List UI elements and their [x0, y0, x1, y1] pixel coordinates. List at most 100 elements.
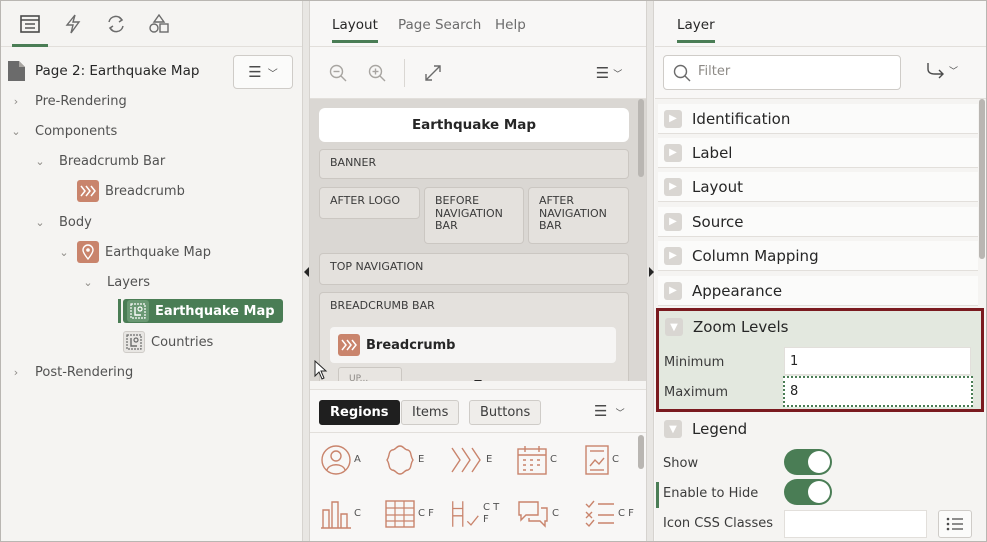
left-splitter[interactable]	[302, 1, 310, 541]
tab-page-search[interactable]: Page Search	[398, 17, 481, 33]
minimum-field[interactable]: 1	[784, 347, 971, 375]
gallery-item-checklist[interactable]: C F	[584, 491, 640, 537]
breadcrumb-region[interactable]: Breadcrumb	[330, 327, 616, 363]
chevron-right-icon: ▶	[664, 177, 682, 196]
breadcrumb-icon	[451, 447, 481, 473]
tab-layer[interactable]: Layer	[677, 17, 715, 43]
section-column-mapping[interactable]: ▶ Column Mapping	[658, 241, 978, 271]
canvas-scrollbar[interactable]	[638, 99, 644, 177]
tree-item-pre-rendering[interactable]: › Pre-Rendering	[11, 88, 127, 114]
enable-to-hide-toggle[interactable]	[784, 479, 832, 505]
slot-top-navigation[interactable]: TOP NAVIGATION	[319, 253, 629, 285]
filter-field[interactable]	[663, 55, 901, 90]
breadcrumb-region-icon	[338, 334, 360, 356]
expand-icon[interactable]	[420, 60, 446, 86]
section-legend[interactable]: ▼ Legend	[658, 414, 978, 444]
tree-item-body[interactable]: ⌄ Body	[35, 209, 91, 235]
tree-item-post-rendering[interactable]: › Post-Rendering	[11, 359, 133, 385]
gallery-item-chart[interactable]: C	[320, 491, 376, 537]
zoom-in-icon[interactable]	[364, 60, 390, 86]
icon-css-classes-label: Icon CSS Classes	[663, 516, 773, 531]
icon-picker-button[interactable]	[938, 510, 972, 538]
gallery-scrollbar[interactable]	[638, 435, 644, 469]
go-to-group-button[interactable]: ﹀	[925, 61, 958, 79]
avatar-icon	[321, 445, 351, 475]
collapse-left-icon[interactable]	[304, 267, 309, 277]
tree-item-components[interactable]: ⌄ Components	[11, 118, 117, 144]
section-source[interactable]: ▶ Source	[658, 207, 978, 237]
zoom-out-icon[interactable]	[325, 60, 351, 86]
gallery-tabs: Regions Items Buttons ☰ ﹀	[310, 389, 646, 433]
property-scrollbar[interactable]	[979, 99, 985, 259]
collapse-right-icon[interactable]	[649, 267, 654, 277]
section-label[interactable]: ▶ Label	[658, 138, 978, 168]
arrow-turn-icon	[927, 63, 944, 79]
chevron-right-icon: ›	[13, 94, 19, 108]
chevron-down-icon: ▼	[664, 420, 682, 438]
rendering-tree-panel: Page 2: Earthquake Map ☰ ﹀ › Pre-Renderi…	[1, 1, 302, 541]
dynamic-actions-icon[interactable]	[61, 11, 85, 37]
show-label: Show	[663, 456, 699, 471]
chevron-down-icon: ﹀	[267, 68, 278, 80]
rendering-tree-icon[interactable]	[12, 11, 48, 47]
hamburger-icon: ☰	[248, 63, 262, 81]
maximum-label: Maximum	[664, 385, 729, 400]
gallery-item-card[interactable]: C	[584, 437, 640, 483]
map-layer-icon	[123, 331, 145, 353]
gallery-item-breadcrumb[interactable]: E	[450, 437, 506, 483]
selection-marker	[118, 299, 121, 323]
gallery-tab-buttons[interactable]: Buttons	[469, 400, 542, 425]
tab-help[interactable]: Help	[495, 17, 526, 33]
tree-item-earthquake-map-region[interactable]: ⌄ Earthquake Map	[59, 239, 211, 265]
tree-item-breadcrumb[interactable]: Breadcrumb	[77, 178, 185, 204]
partial-slot[interactable]: UP...	[338, 367, 402, 381]
shared-components-icon[interactable]	[147, 11, 171, 37]
map-layer-icon	[127, 300, 149, 322]
slot-after-navigation-bar[interactable]: AFTER NAVIGATION BAR	[528, 187, 629, 244]
middle-tabs: Layout Page Search Help	[310, 1, 646, 47]
chevron-right-icon: ▶	[664, 109, 682, 128]
section-identification[interactable]: ▶ Identification	[658, 104, 978, 134]
gallery-item-badge[interactable]: E	[384, 437, 440, 483]
section-appearance[interactable]: ▶ Appearance	[658, 276, 978, 306]
minimum-label: Minimum	[664, 355, 725, 370]
show-toggle[interactable]	[784, 449, 832, 475]
zoom-levels-group: ▼ Zoom Levels Minimum 1 Maximum 8	[656, 308, 984, 412]
gallery-item-calendar[interactable]: C	[516, 437, 572, 483]
gallery-item-avatar[interactable]: A	[320, 437, 376, 483]
layout-menu-button[interactable]: ☰ ﹀	[592, 60, 626, 86]
filter-input[interactable]	[698, 64, 888, 79]
slot-after-logo[interactable]: AFTER LOGO	[319, 187, 420, 219]
chevron-right-icon: ▶	[664, 143, 682, 162]
gallery-item-classic-report[interactable]: C F	[384, 491, 440, 537]
section-zoom-levels[interactable]: ▼ Zoom Levels	[662, 315, 788, 339]
slot-banner[interactable]: BANNER	[319, 149, 629, 179]
badge-icon	[386, 445, 414, 475]
page-menu-button[interactable]: ☰ ﹀	[233, 55, 293, 89]
slot-before-navigation-bar[interactable]: BEFORE NAVIGATION BAR	[424, 187, 524, 244]
tree-item-layer-countries[interactable]: Countries	[123, 329, 213, 355]
tree-item-breadcrumb-bar[interactable]: ⌄ Breadcrumb Bar	[35, 148, 165, 174]
tree-item-layer-earthquake-map[interactable]: Earthquake Map	[123, 299, 283, 323]
gallery-tab-items[interactable]: Items	[401, 400, 460, 425]
maximum-field[interactable]: 8	[783, 376, 973, 407]
layout-toolbar: ☰ ﹀	[310, 47, 646, 99]
chevron-down-icon: ﹀	[949, 66, 959, 77]
icon-css-classes-field[interactable]	[784, 510, 927, 538]
table-icon	[385, 500, 415, 528]
chevron-right-icon: ▶	[664, 246, 682, 265]
gallery-tab-regions[interactable]: Regions	[319, 400, 400, 425]
section-layout[interactable]: ▶ Layout	[658, 172, 978, 202]
layout-canvas[interactable]: Earthquake Map BANNER AFTER LOGO BEFORE …	[310, 99, 646, 381]
card-icon	[585, 445, 609, 475]
processing-icon[interactable]	[104, 11, 128, 37]
canvas-page-title[interactable]: Earthquake Map	[319, 108, 629, 142]
chevron-down-icon: ⌄	[11, 124, 21, 138]
gallery-item-comments[interactable]: C	[516, 491, 572, 537]
tab-layout[interactable]: Layout	[332, 17, 378, 43]
gallery-menu-button[interactable]: ☰ ﹀	[594, 402, 625, 420]
tree-item-layers[interactable]: ⌄ Layers	[83, 269, 150, 295]
right-splitter[interactable]	[646, 1, 654, 541]
resize-down-icon[interactable]	[474, 380, 482, 381]
gallery-item-column-toggle-report[interactable]: C T F	[450, 491, 506, 537]
